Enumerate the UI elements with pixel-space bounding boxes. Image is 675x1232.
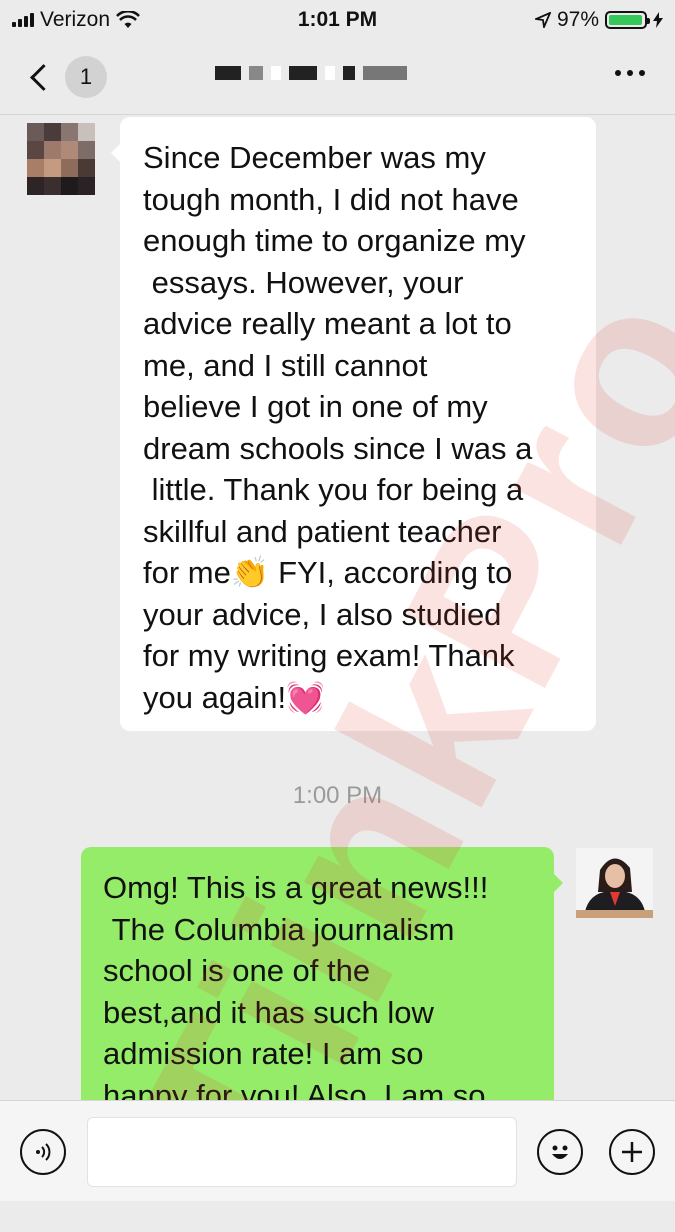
message-timestamp: 1:00 PM xyxy=(292,782,383,809)
contact-name-redacted xyxy=(215,66,407,80)
emoji-icon xyxy=(552,1145,568,1159)
chat-header: 1 xyxy=(0,38,675,115)
battery-fill xyxy=(609,15,642,25)
battery-icon xyxy=(605,11,650,29)
message-list[interactable]: Since December was my tough month, I did… xyxy=(0,115,675,1100)
user-avatar[interactable] xyxy=(576,848,653,918)
status-right: 97% xyxy=(534,8,663,32)
plus-icon xyxy=(622,1142,642,1162)
charging-icon xyxy=(653,12,663,28)
input-bar xyxy=(0,1100,675,1201)
battery-percent: 97% xyxy=(556,8,599,31)
contact-avatar[interactable] xyxy=(27,123,95,195)
voice-button[interactable] xyxy=(20,1129,66,1175)
voice-icon xyxy=(36,1143,51,1161)
unread-count-badge: 1 xyxy=(65,56,107,98)
user-avatar-photo xyxy=(576,848,653,918)
incoming-message-bubble[interactable]: Since December was my tough month, I did… xyxy=(111,117,596,731)
back-button[interactable]: 1 xyxy=(26,56,107,98)
message-input[interactable] xyxy=(87,1117,517,1187)
back-chevron-icon xyxy=(30,63,57,91)
outgoing-message-bubble[interactable]: Omg! This is a great news!!! The Columbi… xyxy=(81,847,563,1100)
location-icon xyxy=(534,12,551,28)
status-bar: Verizon 1:01 PM 97% xyxy=(0,0,675,38)
emoji-button[interactable] xyxy=(537,1129,583,1175)
plus-button[interactable] xyxy=(609,1129,655,1175)
incoming-message-text: Since December was my tough month, I did… xyxy=(143,140,533,715)
outgoing-message-text: Omg! This is a great news!!! The Columbi… xyxy=(103,870,489,1100)
more-icon[interactable] xyxy=(615,70,645,76)
